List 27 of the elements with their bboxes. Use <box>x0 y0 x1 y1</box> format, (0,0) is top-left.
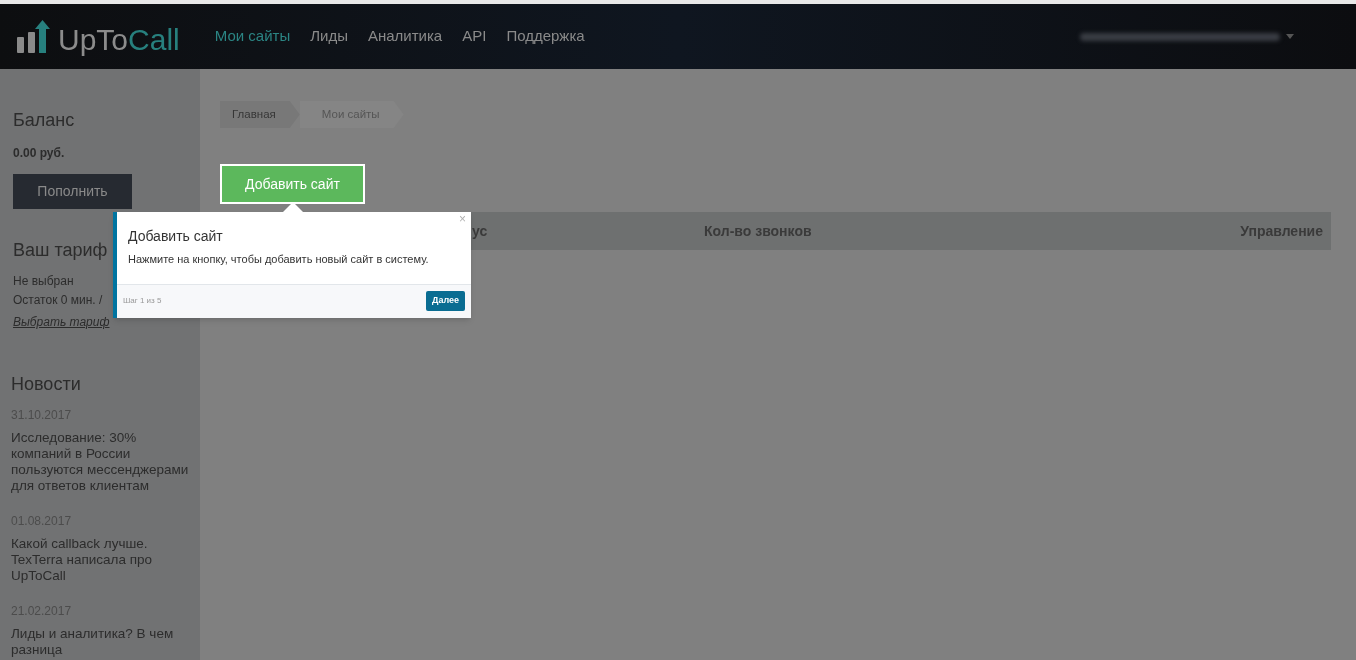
top-up-button[interactable]: Пополнить <box>13 174 132 209</box>
logo-text: UpToCall <box>58 24 180 55</box>
tariff-status: Не выбран <box>13 273 74 290</box>
breadcrumb-item[interactable]: Главная <box>220 101 300 128</box>
nav-link[interactable]: API <box>462 25 487 48</box>
tariff-remaining: Остаток 0 мин. / <box>13 292 103 309</box>
news-link[interactable]: Лиды и аналитика? В чем разница <box>11 626 189 658</box>
close-button[interactable]: × <box>459 213 466 225</box>
account-blurred[interactable] <box>1080 32 1280 41</box>
popover-text: Нажмите на кнопку, чтобы добавить новый сайт в систему. <box>128 252 430 267</box>
tariff-title: Ваш тариф <box>13 239 108 262</box>
news-link[interactable]: Какой callback лучше. TexTerra написала про UpToCall <box>11 536 189 584</box>
nav-link[interactable]: Аналитика <box>367 25 443 48</box>
next-button[interactable]: Далее <box>425 291 465 311</box>
news-link[interactable]: Исследование: 30% компаний в России пользуются мессенджерами для ответов клиентам <box>11 430 189 494</box>
add-site-button[interactable]: Добавить сайт <box>220 164 365 204</box>
nav-link[interactable]: Лиды <box>310 25 348 48</box>
caret-icon[interactable] <box>1286 34 1294 39</box>
popover-title: Добавить сайт <box>128 227 224 246</box>
step-counter: Шаг 1 из 5 <box>123 295 162 307</box>
news-title: Новости <box>11 373 82 396</box>
choose-tariff-link[interactable]: Выбрать тариф <box>13 315 110 329</box>
nav-link[interactable]: Поддержка <box>506 25 585 48</box>
balance-amount: 0.00 руб. <box>13 145 66 162</box>
logo[interactable]: UpToCall <box>16 18 180 55</box>
balance-title: Баланс <box>13 109 76 132</box>
nav-link[interactable]: Мои сайты <box>214 25 291 48</box>
